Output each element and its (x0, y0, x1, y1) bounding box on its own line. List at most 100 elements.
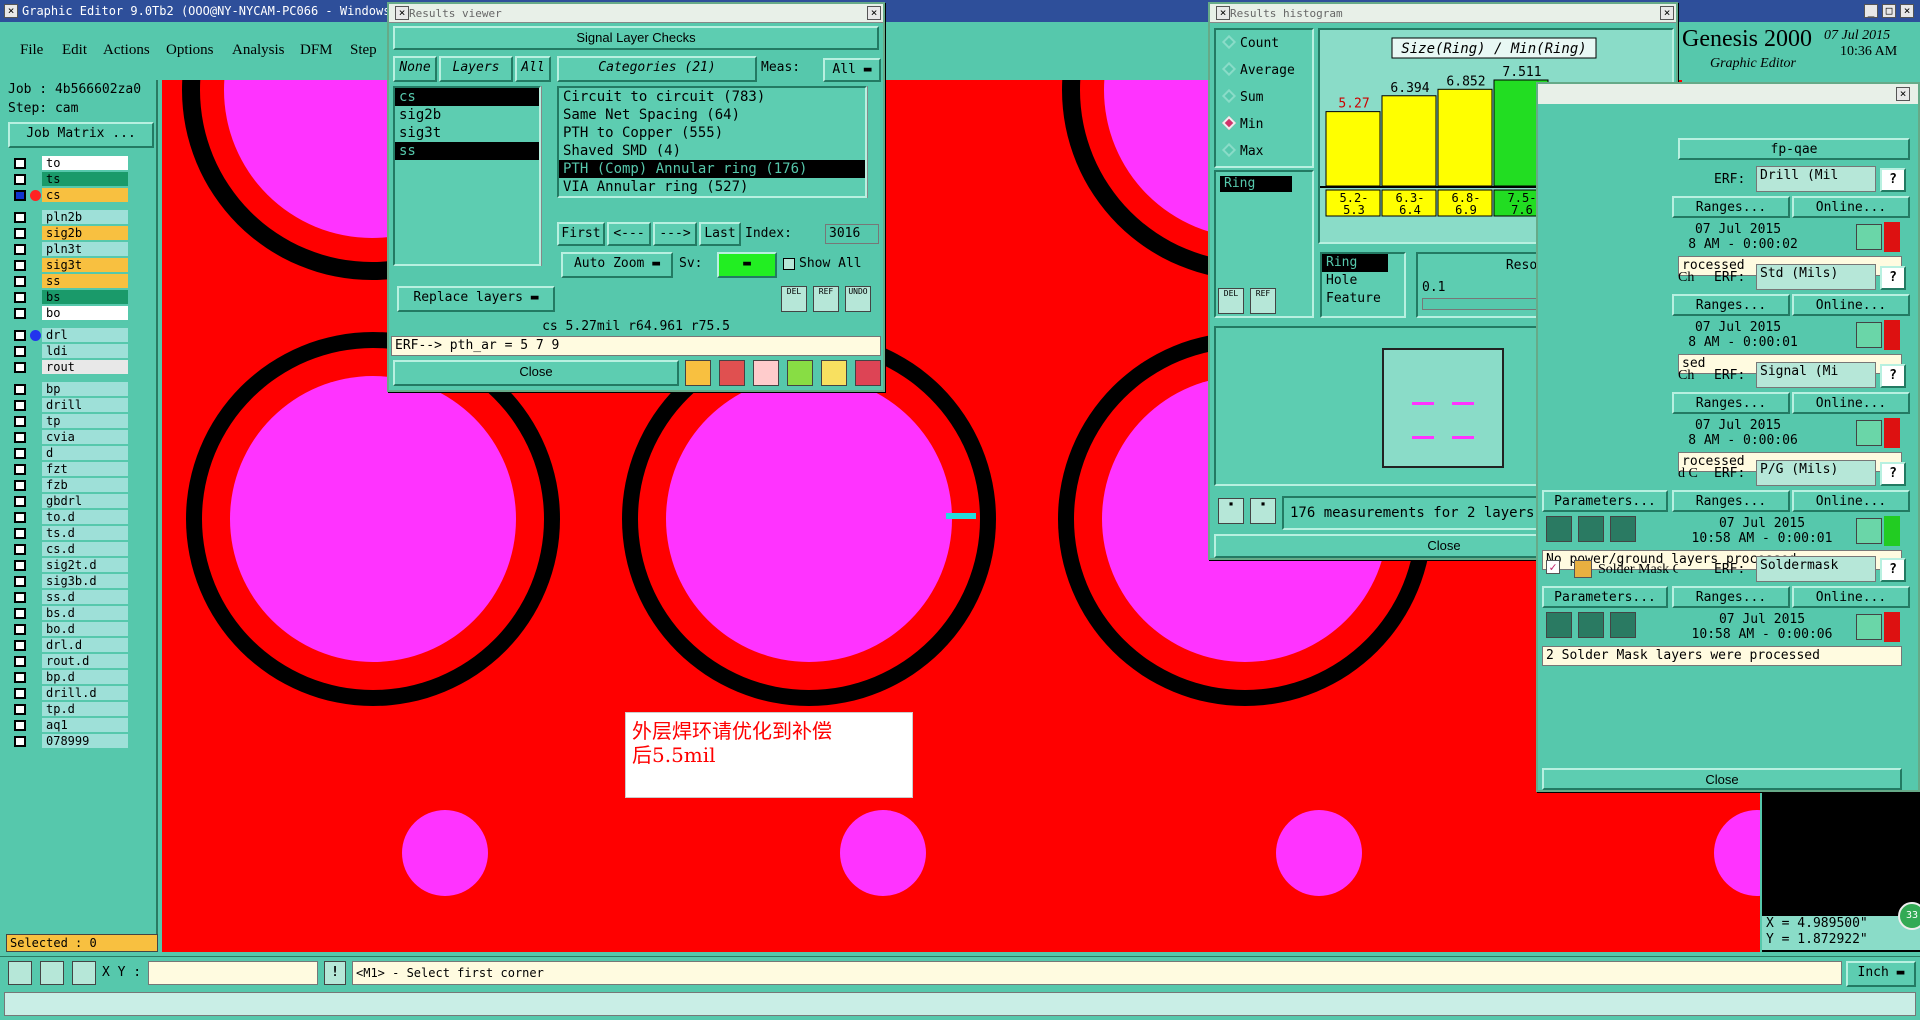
layer-row[interactable]: drill (12, 398, 128, 413)
layer-row[interactable]: sig3t (12, 258, 128, 273)
hist-ref-icon[interactable]: REF (1250, 288, 1276, 314)
menu-actions[interactable]: Actions (103, 42, 150, 59)
layer-row[interactable]: bp (12, 382, 128, 397)
mode-radio-sum[interactable]: Sum (1220, 88, 1263, 105)
layer-row[interactable]: drill.d (12, 686, 128, 701)
mode-radio-count[interactable]: Count (1220, 34, 1279, 51)
run-icon[interactable] (1546, 612, 1572, 638)
hist-del-icon[interactable]: DEL (1218, 288, 1244, 314)
first-button[interactable]: First (557, 222, 605, 246)
layer-row[interactable]: fzb (12, 478, 128, 493)
layer-row[interactable]: cs (12, 188, 128, 203)
layer-row[interactable]: 078999 (12, 734, 128, 749)
run-icon[interactable] (1578, 612, 1604, 638)
layer-checkbox[interactable] (14, 362, 26, 373)
signal-layer-checks-header[interactable]: Signal Layer Checks (393, 26, 879, 50)
layer-result-list[interactable]: cs sig2b sig3t ss (393, 86, 541, 266)
layer-checkbox[interactable] (14, 592, 26, 603)
clear-icon[interactable] (753, 360, 779, 386)
xy-input[interactable] (148, 961, 318, 985)
layer-row[interactable]: aq1 (12, 718, 128, 733)
numbers-icon[interactable] (787, 360, 813, 386)
layer-row[interactable]: bp.d (12, 670, 128, 685)
layer-list-scrollbar[interactable] (541, 86, 553, 266)
layer-row[interactable]: ss (12, 274, 128, 289)
attr-item[interactable]: Feature (1322, 290, 1388, 308)
run-icon[interactable] (1578, 516, 1604, 542)
attr-list[interactable]: Ring Hole Feature (1320, 252, 1406, 318)
ref-icon[interactable]: REF (813, 286, 839, 312)
auto-zoom-dropdown[interactable]: Auto Zoom ▬ (561, 252, 673, 278)
layer-checkbox[interactable] (14, 512, 26, 523)
job-matrix-button[interactable]: Job Matrix ... (8, 122, 154, 148)
ranges-button[interactable]: Ranges... (1672, 196, 1790, 218)
zoom-icon[interactable] (1856, 614, 1882, 640)
menu-analysis[interactable]: Analysis (232, 42, 285, 59)
category-item[interactable]: PTH to Copper (555) (559, 124, 865, 142)
layer-checkbox[interactable] (14, 346, 26, 357)
erf-field[interactable]: Soldermask (1756, 556, 1876, 582)
export-icon[interactable] (719, 360, 745, 386)
layer-checkbox[interactable] (14, 704, 26, 715)
none-button[interactable]: None (393, 56, 437, 82)
category-item[interactable]: VIA Annular ring (527) (559, 178, 865, 196)
category-list-scrollbar[interactable] (867, 86, 879, 198)
layer-row[interactable]: sig2b (12, 226, 128, 241)
layer-checkbox[interactable] (14, 308, 26, 319)
next-button[interactable]: ---> (653, 222, 697, 246)
layer-row[interactable]: sig3b.d (12, 574, 128, 589)
minimize-icon[interactable]: _ (1864, 4, 1878, 18)
parameters-button[interactable]: Parameters... (1542, 490, 1668, 512)
erf-field[interactable]: Signal (Mi (1756, 362, 1876, 388)
layer-checkbox[interactable] (14, 544, 26, 555)
show-all-checkbox[interactable] (783, 258, 795, 270)
checklist-header[interactable]: fp-qae (1678, 138, 1910, 160)
last-button[interactable]: Last (699, 222, 741, 246)
results-viewer-close-button[interactable]: Close (393, 360, 679, 386)
menu-edit[interactable]: Edit (62, 42, 87, 59)
result-layer-item[interactable]: sig2b (395, 106, 539, 124)
menu-dfm[interactable]: DFM (300, 42, 333, 59)
notification-badge[interactable]: 33 (1898, 902, 1920, 930)
mode-radio-average[interactable]: Average (1220, 61, 1295, 78)
layer-checkbox[interactable] (14, 158, 26, 169)
layer-checkbox[interactable] (14, 528, 26, 539)
layer-row[interactable]: cvia (12, 430, 128, 445)
online-button[interactable]: Online... (1792, 586, 1910, 608)
run-icon[interactable] (1546, 516, 1572, 542)
ranges-button[interactable]: Ranges... (1672, 294, 1790, 316)
category-list[interactable]: Circuit to circuit (783) Same Net Spacing… (557, 86, 867, 198)
parameters-button[interactable]: Parameters... (1542, 586, 1668, 608)
layer-checkbox[interactable] (14, 720, 26, 731)
layer-checkbox[interactable] (14, 672, 26, 683)
categories-button[interactable]: Categories (21) (557, 56, 757, 82)
layer-checkbox[interactable] (14, 244, 26, 255)
sv-color-dropdown[interactable]: ▬ (717, 252, 777, 278)
layer-checkbox[interactable] (14, 330, 26, 341)
layer-checkbox[interactable] (14, 480, 26, 491)
layer-row[interactable]: bo.d (12, 622, 128, 637)
hist-del2-icon[interactable]: ▪ (1218, 498, 1244, 524)
layer-checkbox[interactable] (14, 608, 26, 619)
erf-field[interactable]: P/G (Mils) (1756, 460, 1876, 486)
result-layer-item[interactable]: cs (395, 88, 539, 106)
layer-checkbox[interactable] (14, 640, 26, 651)
zoom-icon[interactable] (1856, 322, 1882, 348)
meas-dropdown[interactable]: All ▬ (823, 58, 881, 82)
help-button[interactable]: ? (1880, 462, 1906, 486)
layer-checkbox[interactable] (14, 496, 26, 507)
online-button[interactable]: Online... (1792, 196, 1910, 218)
undo-icon[interactable]: UNDO (845, 286, 871, 312)
online-button[interactable]: Online... (1792, 392, 1910, 414)
menu-options[interactable]: Options (166, 42, 214, 59)
category-item[interactable]: Same Net Spacing (64) (559, 106, 865, 124)
index-field[interactable]: 3016 (825, 224, 879, 244)
layer-checkbox[interactable] (14, 384, 26, 395)
ranges-button[interactable]: Ranges... (1672, 586, 1790, 608)
snap-tool-icon[interactable] (72, 961, 96, 985)
layer-row[interactable]: to.d (12, 510, 128, 525)
layer-row[interactable]: drl.d (12, 638, 128, 653)
select-tool-icon[interactable] (8, 961, 32, 985)
measure-tool-icon[interactable] (40, 961, 64, 985)
run-icon[interactable] (1610, 516, 1636, 542)
